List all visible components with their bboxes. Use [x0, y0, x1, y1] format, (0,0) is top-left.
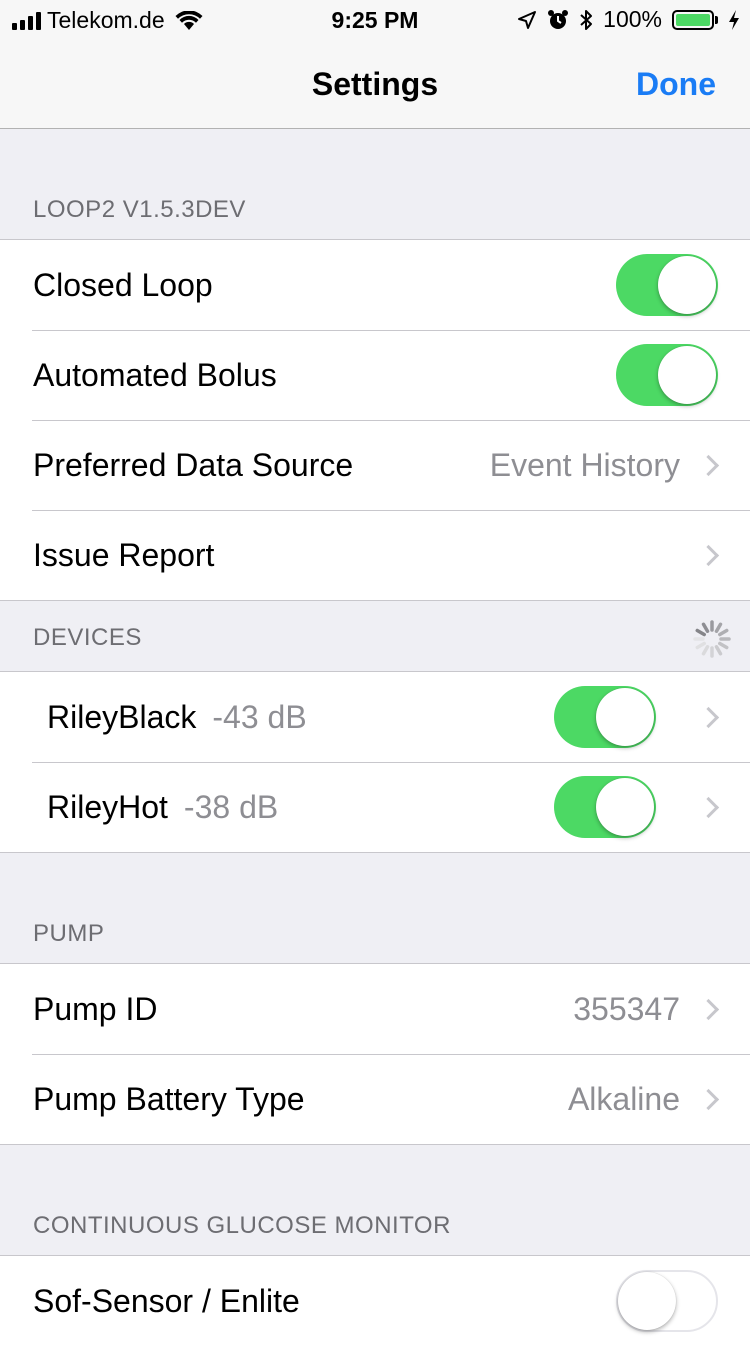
location-arrow-icon — [518, 10, 537, 29]
sof-sensor-row: Sof-Sensor / Enlite — [0, 1256, 750, 1346]
automated-bolus-row: Automated Bolus — [0, 330, 750, 420]
device-connect-toggle[interactable] — [554, 776, 656, 838]
section-header-cgm-label: CONTINUOUS GLUCOSE MONITOR — [33, 1212, 451, 1239]
pump-id-value: 355347 — [573, 990, 680, 1027]
issue-report-row[interactable]: Issue Report — [0, 510, 750, 600]
chevron-right-icon — [697, 796, 720, 818]
device-row[interactable]: RileyBlack -43 dB — [0, 672, 750, 762]
sof-sensor-label: Sof-Sensor / Enlite — [33, 1282, 300, 1319]
pump-battery-type-row[interactable]: Pump Battery Type Alkaline — [0, 1054, 750, 1144]
device-rssi: -38 dB — [183, 788, 279, 825]
section-header-devices-label: DEVICES — [33, 624, 142, 651]
status-right: 100% — [517, 6, 740, 33]
device-name: RileyBlack — [47, 698, 197, 735]
cgm-group: Sof-Sensor / Enlite — [0, 1255, 750, 1346]
activity-spinner-icon — [693, 620, 731, 658]
closed-loop-label: Closed Loop — [33, 266, 213, 303]
device-connect-toggle[interactable] — [554, 686, 656, 748]
chevron-right-icon — [697, 544, 720, 566]
device-name-label: RileyBlack -43 dB — [47, 699, 307, 736]
pump-id-label: Pump ID — [33, 990, 158, 1027]
chevron-right-icon — [697, 454, 720, 476]
battery-percent: 100% — [603, 6, 662, 32]
closed-loop-row: Closed Loop — [0, 240, 750, 330]
automated-bolus-toggle[interactable] — [616, 344, 718, 406]
bluetooth-icon — [580, 9, 593, 30]
section-header-loop-label: LOOP2 V1.5.3DEV — [33, 196, 246, 223]
chevron-right-icon — [697, 998, 720, 1020]
device-name-label: RileyHot -38 dB — [47, 789, 278, 826]
preferred-data-source-row[interactable]: Preferred Data Source Event History — [0, 420, 750, 510]
status-bar: Telekom.de 9:25 PM 100% — [0, 0, 750, 40]
alarm-icon — [548, 9, 569, 29]
navigation-bar: Settings Done — [0, 40, 750, 129]
loop-group: Closed Loop Automated Bolus Preferred Da… — [0, 239, 750, 601]
chevron-right-icon — [697, 1088, 720, 1110]
pump-id-row[interactable]: Pump ID 355347 — [0, 964, 750, 1054]
device-rssi: -43 dB — [212, 698, 307, 735]
pump-battery-type-label: Pump Battery Type — [33, 1080, 305, 1117]
battery-icon — [672, 9, 718, 30]
chevron-right-icon — [697, 706, 720, 728]
device-name: RileyHot — [47, 788, 168, 825]
charging-bolt-icon — [729, 9, 739, 30]
closed-loop-toggle[interactable] — [616, 254, 718, 316]
device-row[interactable]: RileyHot -38 dB — [0, 762, 750, 852]
preferred-data-source-value: Event History — [489, 446, 680, 483]
devices-group: RileyBlack -43 dB RileyHot -38 dB — [0, 671, 750, 853]
pump-battery-type-value: Alkaline — [567, 1080, 680, 1117]
automated-bolus-label: Automated Bolus — [33, 356, 277, 393]
issue-report-label: Issue Report — [33, 536, 215, 573]
done-button[interactable]: Done — [636, 66, 716, 103]
preferred-data-source-label: Preferred Data Source — [33, 446, 354, 483]
sof-sensor-toggle[interactable] — [616, 1270, 718, 1332]
pump-group: Pump ID 355347 Pump Battery Type Alkalin… — [0, 963, 750, 1145]
section-header-pump-label: PUMP — [33, 920, 105, 947]
